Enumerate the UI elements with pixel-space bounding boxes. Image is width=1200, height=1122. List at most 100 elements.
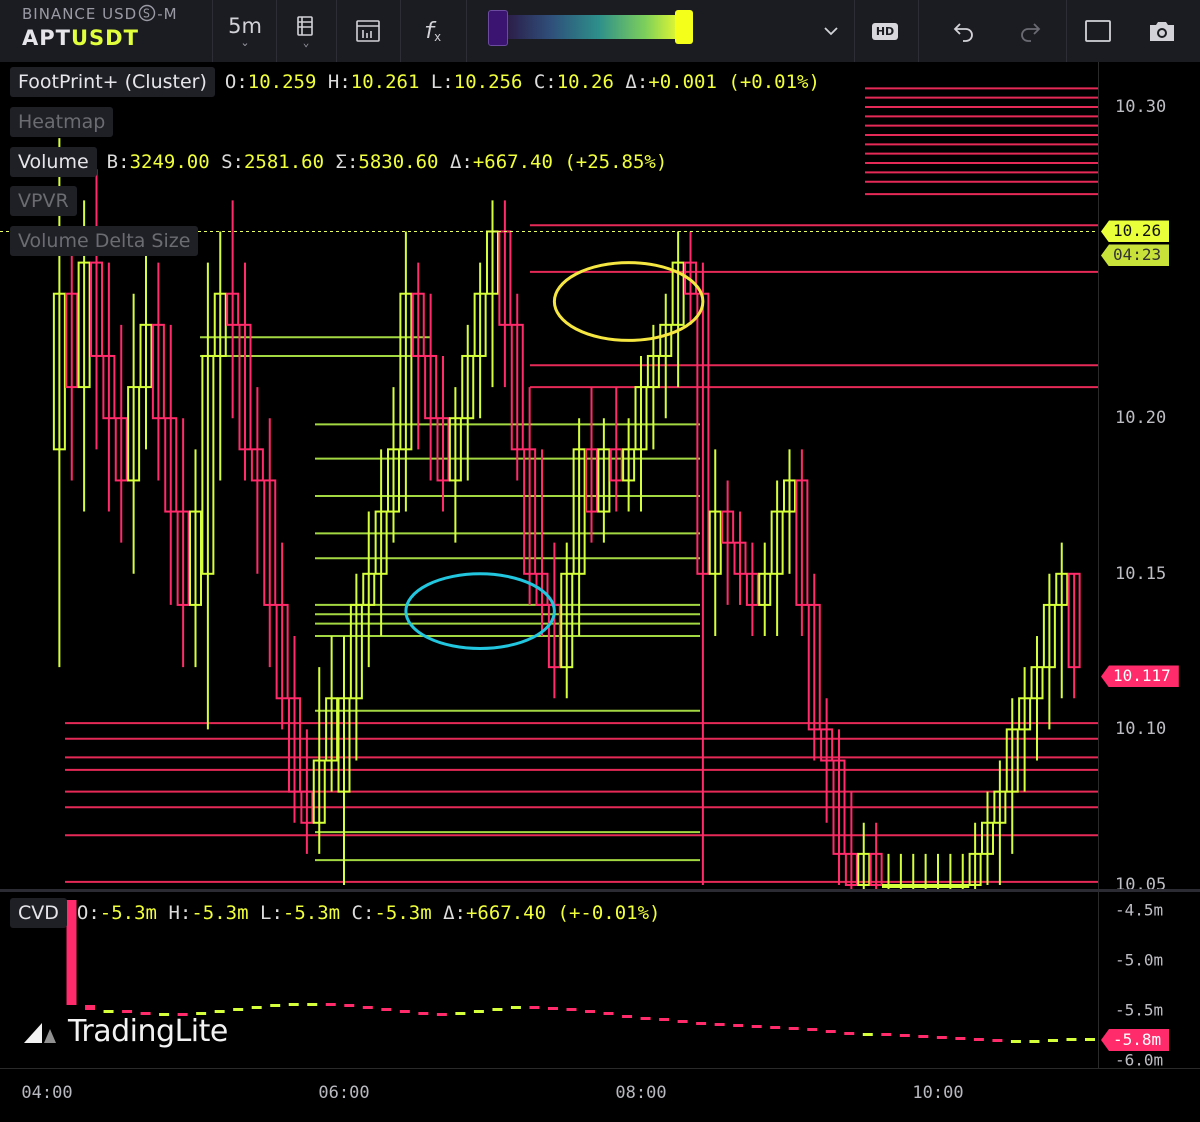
toolbar-divider xyxy=(276,0,277,62)
legend-cvd-name[interactable]: CVD xyxy=(10,898,67,928)
hd-icon: HD xyxy=(871,22,899,40)
cvd-l: L:-5.3m xyxy=(260,902,341,924)
cvd-bar-20 xyxy=(418,1012,429,1015)
price-chart[interactable] xyxy=(0,62,1098,889)
footprint-h: H:10.261 xyxy=(327,71,420,93)
screenshot-button[interactable] xyxy=(1142,0,1182,62)
cvd-bar-27 xyxy=(547,1007,558,1010)
candle-body-70 xyxy=(919,884,933,888)
cvd-bar-56 xyxy=(1085,1038,1095,1041)
cvd-bar-41 xyxy=(807,1028,818,1031)
camera-icon xyxy=(1150,22,1174,41)
cvd-bar-19 xyxy=(399,1010,410,1013)
legend-heatmap: Heatmap xyxy=(10,105,123,139)
cvd-bar-55 xyxy=(1066,1038,1077,1041)
cvd-bar-48 xyxy=(936,1036,947,1039)
toolbar-divider xyxy=(918,0,919,62)
cvd-o: O:-5.3m xyxy=(76,902,157,924)
cvd-bar-4 xyxy=(122,1010,133,1013)
layout-icon xyxy=(356,20,380,42)
cvd-bar-16 xyxy=(344,1004,355,1007)
cvd-bar-14 xyxy=(307,1003,318,1006)
cvd-bar-34 xyxy=(677,1020,688,1023)
cvd-bar-39 xyxy=(770,1026,781,1029)
cvd-delta: Δ:+667.40 (+-0.01%) xyxy=(443,902,661,924)
undo-icon xyxy=(953,23,973,42)
legend-vds-name[interactable]: Volume Delta Size xyxy=(10,226,199,256)
slider-handle-high[interactable] xyxy=(675,10,693,44)
price-tick-label: 10.10 xyxy=(1115,719,1167,740)
cvd-bar-43 xyxy=(844,1032,855,1035)
legend-footprint-name[interactable]: FootPrint+ (Cluster) xyxy=(10,67,215,97)
time-tick-label: 10:00 xyxy=(912,1083,964,1103)
time-axis[interactable]: 04:00 06:00 08:00 10:00 xyxy=(0,1068,1200,1122)
cvd-bar-28 xyxy=(566,1008,577,1011)
annotation-yellow-ellipse xyxy=(552,261,705,342)
cvd-bar-23 xyxy=(473,1010,484,1013)
hd-toggle[interactable]: HD xyxy=(868,0,902,62)
tradinglite-logo-icon xyxy=(24,1022,56,1043)
legend-cvd: CVD O:-5.3m H:-5.3m L:-5.3m C:-5.3m Δ:+6… xyxy=(10,896,660,930)
symbol-selector[interactable]: APTUSDT xyxy=(22,26,139,50)
cvd-bar-37 xyxy=(733,1024,744,1027)
price-tick-label: 10.15 xyxy=(1115,563,1167,584)
formula-button[interactable]: fx xyxy=(404,0,462,62)
cvd-bar-38 xyxy=(751,1025,762,1028)
formula-icon: fx xyxy=(423,19,441,44)
layout-button[interactable] xyxy=(340,0,396,62)
legend-volume-name[interactable]: Volume xyxy=(10,147,97,177)
candle-body-72 xyxy=(943,884,957,888)
cvd-bar-18 xyxy=(381,1008,392,1011)
cvd-bar-24 xyxy=(492,1008,503,1011)
indicators-icon xyxy=(297,16,313,36)
legend-heatmap-name[interactable]: Heatmap xyxy=(10,107,114,137)
gradient-dropdown-button[interactable] xyxy=(816,0,846,62)
candle-body-69 xyxy=(906,884,920,888)
toolbar-divider xyxy=(854,0,855,62)
cvd-bar-17 xyxy=(362,1006,373,1009)
footprint-o: O:10.259 xyxy=(224,71,317,93)
cvd-bar-3 xyxy=(103,1010,114,1013)
cvd-bar-33 xyxy=(659,1018,670,1021)
cvd-bar-49 xyxy=(955,1037,966,1040)
heatmap-range-slider[interactable] xyxy=(494,15,684,39)
cvd-bar-11 xyxy=(251,1006,262,1009)
volume-buy: B:3249.00 xyxy=(106,151,210,173)
candle-body-73 xyxy=(956,884,970,888)
redo-button[interactable] xyxy=(1012,0,1048,62)
trading-app: BINANCE USD S -M APTUSDT 5m ⌄ ⌄ fx HD 10… xyxy=(0,0,1200,1122)
top-toolbar: BINANCE USD S -M APTUSDT 5m ⌄ ⌄ fx HD xyxy=(0,0,1200,63)
timeframe-label: 5m xyxy=(228,14,262,38)
legend-volume: Volume B:3249.00 S:2581.60 Σ:5830.60 Δ:+… xyxy=(10,145,667,179)
cvd-bar-25 xyxy=(510,1006,521,1009)
fullscreen-button[interactable] xyxy=(1078,0,1118,62)
legend-volume-delta-size: Volume Delta Size xyxy=(10,224,208,258)
time-tick-label: 06:00 xyxy=(318,1083,370,1103)
cvd-bar-30 xyxy=(603,1012,614,1015)
cvd-bar-51 xyxy=(992,1039,1003,1042)
cvd-c: C:-5.3m xyxy=(351,902,432,924)
current-price-tag: 10.26 xyxy=(1101,220,1170,243)
footprint-chart-svg[interactable] xyxy=(0,62,1098,889)
time-tick-label: 04:00 xyxy=(21,1083,73,1103)
slider-handle-low[interactable] xyxy=(488,10,508,46)
toolbar-divider xyxy=(400,0,401,62)
legend-vpvr-name[interactable]: VPVR xyxy=(10,186,77,216)
time-tick-label: 08:00 xyxy=(615,1083,667,1103)
fullscreen-icon xyxy=(1085,20,1111,42)
price-scale[interactable]: 10.30 10.20 10.15 10.10 10.05 10.26 04:23 10.11… xyxy=(1098,62,1200,895)
undo-button[interactable] xyxy=(946,0,982,62)
toolbar-divider xyxy=(212,0,213,62)
cvd-tick-label: -6.0m xyxy=(1115,1050,1164,1070)
cvd-tick-label: -4.5m xyxy=(1115,900,1164,920)
candle-body-67 xyxy=(882,884,895,888)
indicators-button[interactable]: ⌄ xyxy=(280,0,332,62)
redo-icon xyxy=(1021,23,1041,42)
chevron-down-icon xyxy=(824,27,838,36)
price-tick-label: 10.30 xyxy=(1115,97,1167,117)
cvd-bar-45 xyxy=(881,1033,892,1036)
timeframe-selector[interactable]: 5m ⌄ xyxy=(216,0,274,62)
cvd-current-tag: -5.8m xyxy=(1101,1029,1170,1051)
chevron-down-icon: ⌄ xyxy=(240,36,250,49)
cvd-scale[interactable]: -4.5m -5.0m -5.5m -6.0m -5.8m xyxy=(1098,892,1200,1070)
